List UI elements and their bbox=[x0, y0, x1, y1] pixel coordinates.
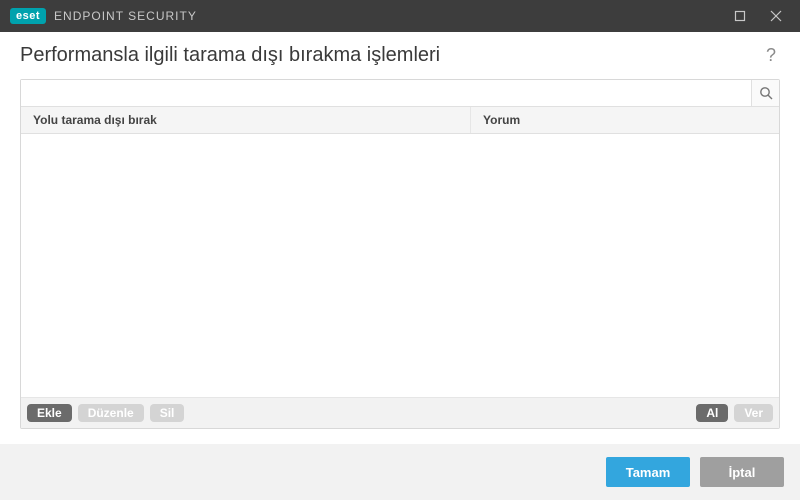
action-row: Ekle Düzenle Sil Al Ver bbox=[21, 397, 779, 428]
table-body bbox=[21, 134, 779, 397]
exclusions-panel: Yolu tarama dışı bırak Yorum Ekle Düzenl… bbox=[20, 79, 780, 429]
brand-logo: eset bbox=[10, 8, 46, 24]
column-header-path[interactable]: Yolu tarama dışı bırak bbox=[21, 107, 471, 133]
delete-button[interactable]: Sil bbox=[150, 404, 185, 422]
table-header: Yolu tarama dışı bırak Yorum bbox=[21, 107, 779, 134]
titlebar: eset ENDPOINT SECURITY bbox=[0, 0, 800, 32]
close-button[interactable] bbox=[762, 2, 790, 30]
export-button[interactable]: Ver bbox=[734, 404, 773, 422]
ok-button[interactable]: Tamam bbox=[606, 457, 690, 487]
help-icon[interactable]: ? bbox=[762, 45, 780, 66]
page-header: Performansla ilgili tarama dışı bırakma … bbox=[20, 44, 780, 67]
cancel-button[interactable]: İptal bbox=[700, 457, 784, 487]
app-title: ENDPOINT SECURITY bbox=[54, 9, 197, 23]
search-row bbox=[21, 80, 779, 107]
page-title: Performansla ilgili tarama dışı bırakma … bbox=[20, 44, 762, 67]
search-icon bbox=[759, 86, 773, 100]
search-input[interactable] bbox=[21, 80, 751, 106]
content-area: Performansla ilgili tarama dışı bırakma … bbox=[0, 32, 800, 429]
minimize-button[interactable] bbox=[726, 2, 754, 30]
add-button[interactable]: Ekle bbox=[27, 404, 72, 422]
search-button[interactable] bbox=[751, 80, 779, 106]
import-button[interactable]: Al bbox=[696, 404, 728, 422]
edit-button[interactable]: Düzenle bbox=[78, 404, 144, 422]
footer: Tamam İptal bbox=[0, 444, 800, 500]
column-header-comment[interactable]: Yorum bbox=[471, 107, 779, 133]
